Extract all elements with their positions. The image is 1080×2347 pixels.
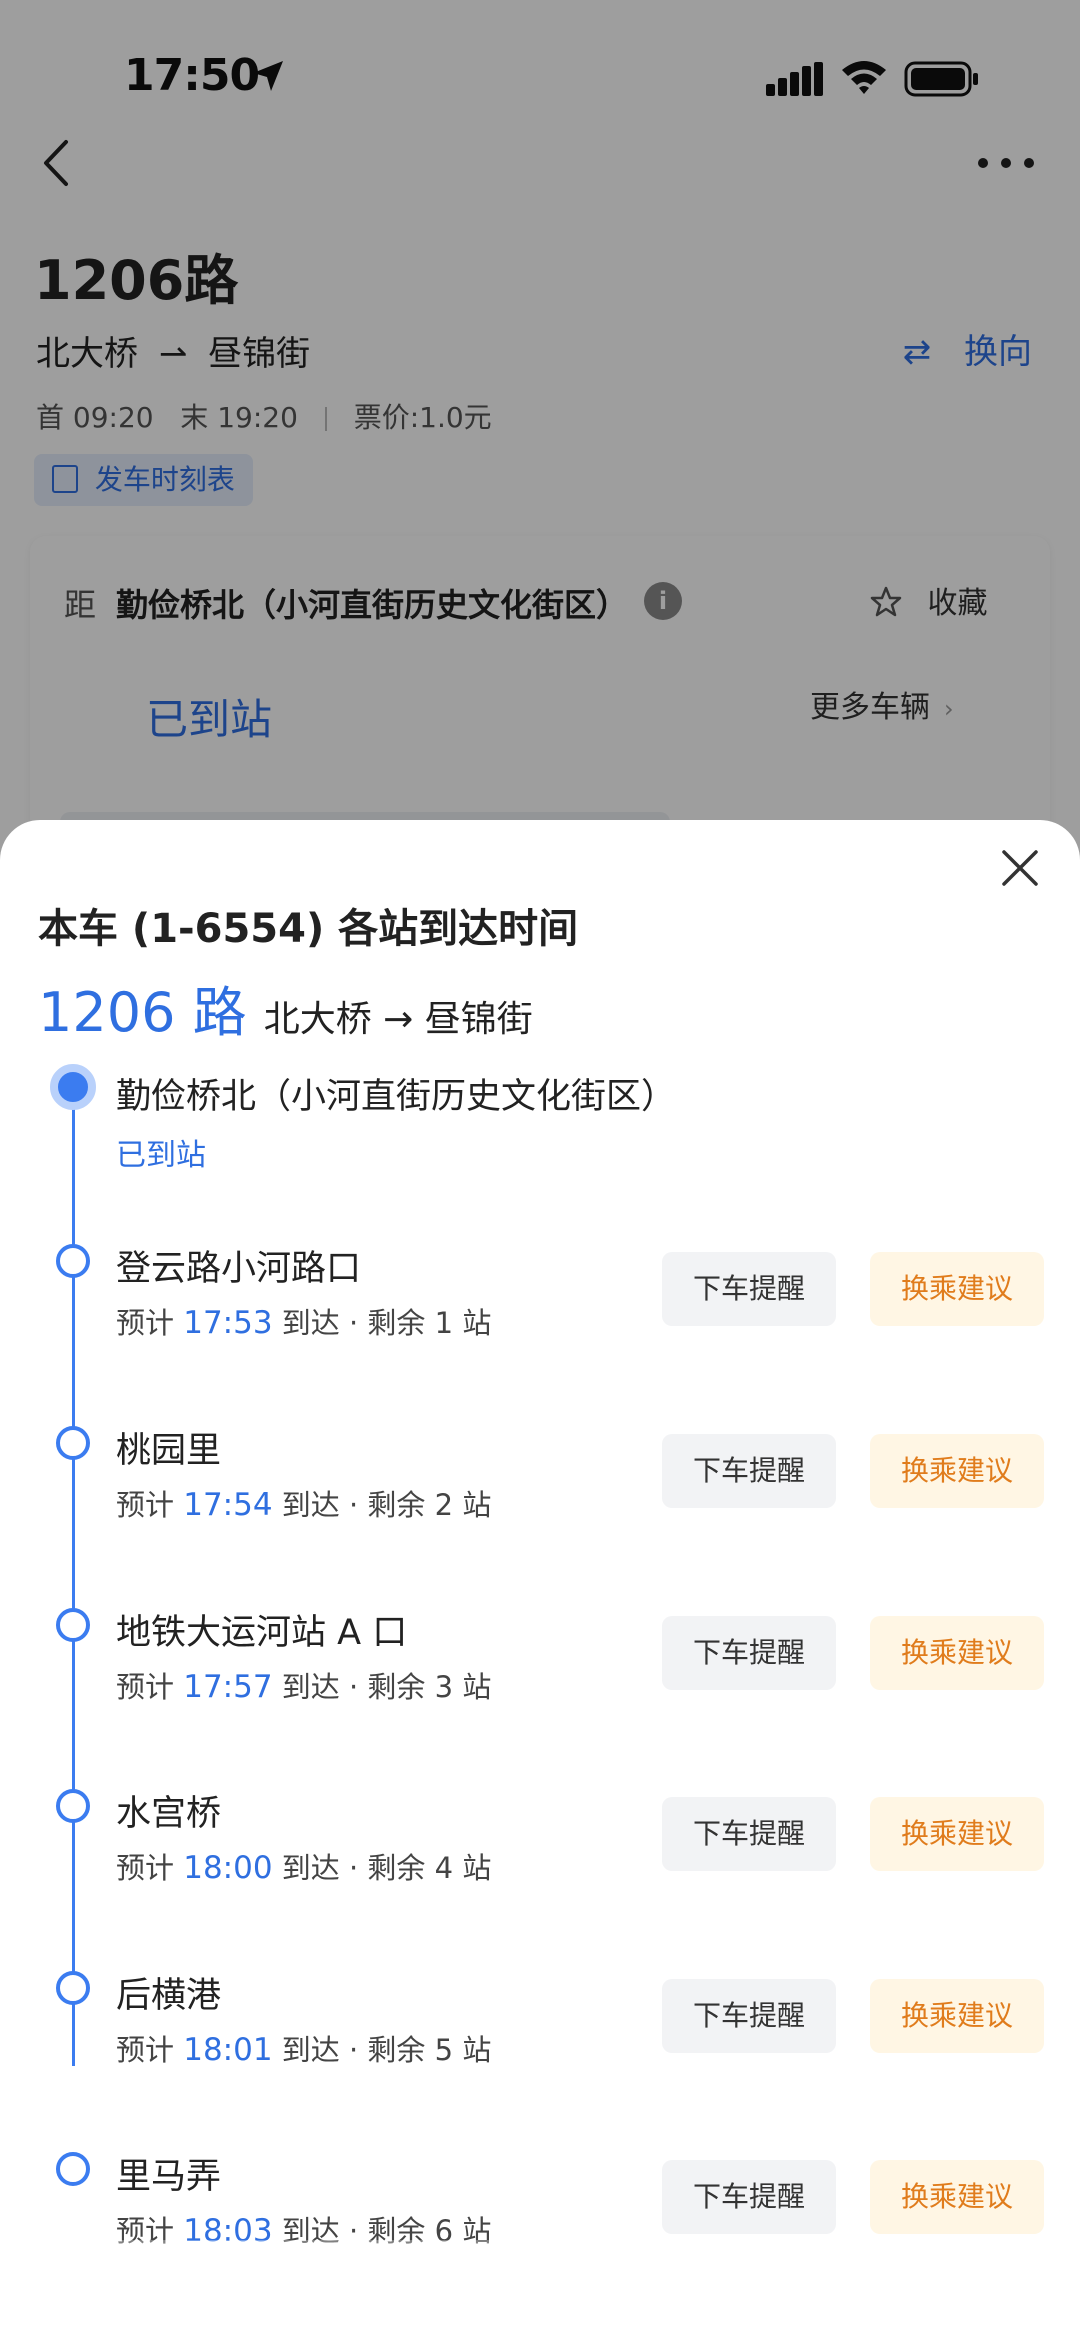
alight-alert-button[interactable]: 下车提醒	[662, 1797, 836, 1871]
scroll-fade	[0, 2240, 1080, 2347]
alight-alert-button[interactable]: 下车提醒	[662, 2160, 836, 2234]
alight-alert-button[interactable]: 下车提醒	[662, 1434, 836, 1508]
eta-time: 18:00	[183, 1850, 273, 1886]
list-item-current-stop: 勤俭桥北（小河直街历史文化街区） 已到站	[0, 1060, 1080, 1240]
eta-suffix: 到达 · 剩余 4 站	[272, 1851, 492, 1885]
stop-eta: 预计 18:01 到达 · 剩余 5 站	[116, 2027, 491, 2069]
stop-eta: 预计 17:57 到达 · 剩余 3 站	[116, 1664, 491, 1706]
eta-time: 17:54	[183, 1487, 273, 1523]
list-item: 地铁大运河站 A 口 预计 17:57 到达 · 剩余 3 站 下车提醒 换乘建…	[0, 1604, 1080, 1784]
list-item: 后横港 预计 18:01 到达 · 剩余 5 站 下车提醒 换乘建议	[0, 1967, 1080, 2147]
list-item: 桃园里 预计 17:54 到达 · 剩余 2 站 下车提醒 换乘建议	[0, 1422, 1080, 1602]
stop-name: 地铁大运河站 A 口	[116, 1613, 408, 1653]
eta-prefix: 预计	[116, 1670, 184, 1704]
stop-name: 里马弄	[116, 2157, 222, 2197]
stop-name: 水宫桥	[116, 1794, 222, 1834]
eta-time: 18:01	[183, 2032, 273, 2068]
transfer-suggestion-button[interactable]: 换乘建议	[870, 1434, 1044, 1508]
eta-suffix: 到达 · 剩余 1 站	[272, 1306, 492, 1340]
transfer-suggestion-button[interactable]: 换乘建议	[870, 1616, 1044, 1690]
eta-suffix: 到达 · 剩余 3 站	[272, 1670, 492, 1704]
alight-alert-button[interactable]: 下车提醒	[662, 1979, 836, 2053]
stop-eta: 预计 17:53 到达 · 剩余 1 站	[116, 1300, 491, 1342]
current-stop-status: 已到站	[116, 1138, 206, 1173]
sheet-title: 本车 (1-6554) 各站到达时间	[38, 906, 579, 952]
stop-dot	[56, 1789, 90, 1823]
transfer-suggestion-button[interactable]: 换乘建议	[870, 1797, 1044, 1871]
alight-alert-button[interactable]: 下车提醒	[662, 1252, 836, 1326]
stop-name: 桃园里	[116, 1431, 222, 1471]
eta-time: 17:53	[183, 1305, 273, 1341]
stop-dot	[56, 1426, 90, 1460]
eta-suffix: 到达 · 剩余 2 站	[272, 1488, 492, 1522]
transfer-suggestion-button[interactable]: 换乘建议	[870, 2160, 1044, 2234]
current-stop-dot	[50, 1064, 96, 1110]
stop-dot	[56, 1608, 90, 1642]
list-item: 登云路小河路口 预计 17:53 到达 · 剩余 1 站 下车提醒 换乘建议	[0, 1240, 1080, 1420]
eta-prefix: 预计	[116, 2033, 184, 2067]
list-item: 水宫桥 预计 18:00 到达 · 剩余 4 站 下车提醒 换乘建议	[0, 1785, 1080, 1965]
close-icon[interactable]	[998, 846, 1042, 890]
eta-time: 17:57	[183, 1669, 273, 1705]
stop-eta: 预计 17:54 到达 · 剩余 2 站	[116, 1482, 491, 1524]
alight-alert-button[interactable]: 下车提醒	[662, 1616, 836, 1690]
arrival-times-sheet: 本车 (1-6554) 各站到达时间 1206 路 北大桥 → 昼锦街 勤俭桥北…	[0, 820, 1080, 2347]
sheet-route: 1206 路 北大桥 → 昼锦街	[38, 968, 533, 1047]
stop-eta: 预计 18:00 到达 · 剩余 4 站	[116, 1845, 491, 1887]
stop-dot	[56, 1971, 90, 2005]
sheet-route-number: 1206 路	[38, 981, 247, 1044]
stop-dot	[56, 2152, 90, 2186]
stop-name: 登云路小河路口	[116, 1249, 362, 1289]
transfer-suggestion-button[interactable]: 换乘建议	[870, 1252, 1044, 1326]
eta-prefix: 预计	[116, 1306, 184, 1340]
sheet-route-direction: 北大桥 → 昼锦街	[263, 999, 533, 1040]
eta-suffix: 到达 · 剩余 5 站	[272, 2033, 492, 2067]
stop-name: 后横港	[116, 1976, 222, 2016]
eta-prefix: 预计	[116, 1488, 184, 1522]
stop-dot	[56, 1244, 90, 1278]
eta-prefix: 预计	[116, 1851, 184, 1885]
transfer-suggestion-button[interactable]: 换乘建议	[870, 1979, 1044, 2053]
current-stop-name: 勤俭桥北（小河直街历史文化街区）	[116, 1077, 677, 1117]
